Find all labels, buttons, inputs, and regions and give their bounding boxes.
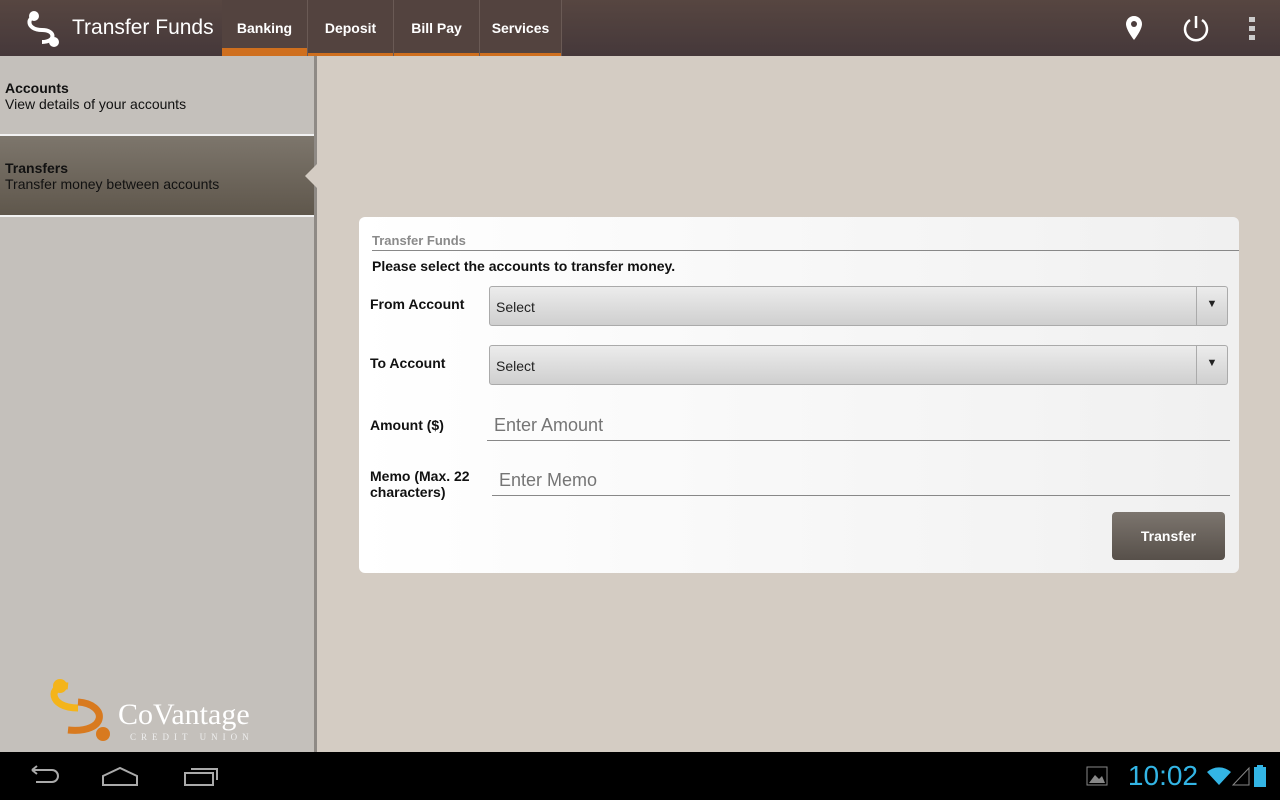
tab-bill-pay[interactable]: Bill Pay [394, 0, 480, 56]
signal-icon [1232, 766, 1250, 786]
app-logo-icon[interactable] [24, 8, 64, 48]
select-value: Select [496, 358, 535, 374]
location-pin-icon[interactable] [1124, 15, 1144, 41]
to-account-select[interactable]: Select ▼ [489, 345, 1228, 385]
clock: 10:02 [1127, 760, 1198, 791]
action-bar: Transfer Funds Banking Deposit Bill Pay … [0, 0, 1280, 56]
amount-label: Amount ($) [370, 417, 444, 433]
dropdown-arrow-icon: ▼ [1196, 287, 1227, 325]
battery-icon [1254, 765, 1266, 787]
tab-label: Bill Pay [411, 20, 462, 36]
amount-input[interactable] [487, 411, 1230, 441]
system-nav-bar: 10:02 [0, 752, 1280, 800]
dropdown-arrow-icon: ▼ [1196, 346, 1227, 384]
sidebar-item-accounts[interactable]: Accounts View details of your accounts [0, 56, 314, 136]
tab-services[interactable]: Services [480, 0, 562, 56]
form-heading: Transfer Funds [372, 233, 1239, 251]
item-title: Accounts [5, 80, 69, 96]
item-subtitle: Transfer money between accounts [5, 176, 220, 192]
gallery-notification-icon [1086, 766, 1108, 786]
sidebar: Accounts View details of your accounts Tr… [0, 56, 317, 752]
from-account-label: From Account [370, 296, 465, 312]
recent-apps-icon[interactable] [182, 764, 222, 788]
item-subtitle: View details of your accounts [5, 96, 187, 112]
tab-label: Services [491, 20, 550, 36]
tab-label: Deposit [324, 20, 377, 36]
from-account-select[interactable]: Select ▼ [489, 286, 1228, 326]
covantage-logo: CoVantage CREDIT UNION [48, 678, 254, 742]
select-value: Select [496, 299, 535, 315]
logo-tagline: CREDIT UNION [130, 732, 254, 742]
sidebar-item-transfers[interactable]: Transfers Transfer money between accounts [0, 136, 317, 217]
memo-input[interactable] [492, 466, 1230, 496]
transfer-button[interactable]: Transfer [1112, 512, 1225, 560]
tab-label: Banking [236, 20, 293, 36]
power-icon[interactable] [1182, 14, 1210, 42]
overflow-menu-icon[interactable] [1248, 16, 1256, 40]
tab-deposit[interactable]: Deposit [308, 0, 394, 56]
wifi-icon [1207, 767, 1231, 785]
to-account-label: To Account [370, 355, 446, 371]
page-title: Transfer Funds [72, 16, 214, 39]
home-icon[interactable] [100, 764, 140, 788]
transfer-form-card: Transfer Funds Please select the account… [359, 217, 1239, 573]
logo-mark-icon [50, 679, 110, 741]
logo-name: CoVantage [118, 698, 250, 731]
tab-banking[interactable]: Banking [222, 0, 308, 56]
memo-label: Memo (Max. 22 characters) [370, 468, 470, 500]
item-title: Transfers [5, 160, 69, 176]
back-icon[interactable] [22, 764, 62, 788]
instruction-text: Please select the accounts to transfer m… [372, 258, 676, 274]
